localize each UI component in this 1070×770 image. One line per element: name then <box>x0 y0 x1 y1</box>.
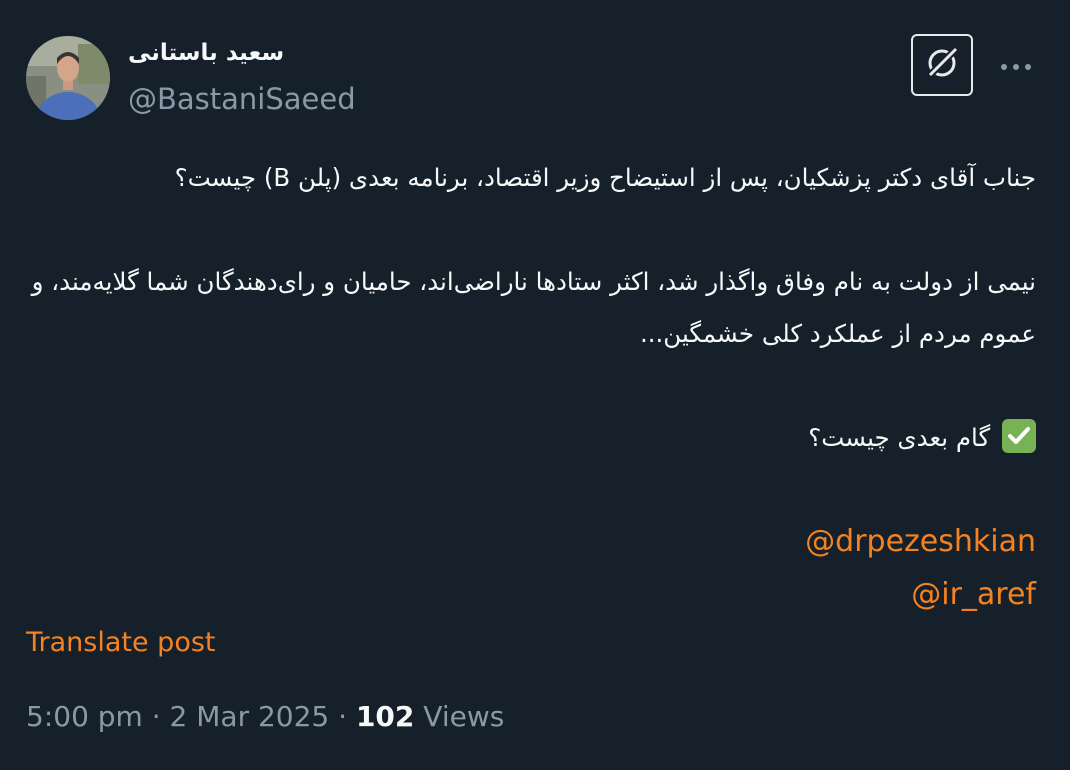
author-handle[interactable]: @BastaniSaeed <box>128 82 356 116</box>
avatar[interactable] <box>26 36 110 120</box>
translate-post-link[interactable]: Translate post <box>26 627 216 658</box>
next-step-text: گام بعدی چیست؟ <box>808 423 991 452</box>
post-metadata: 5:00 pm · 2 Mar 2025 · 102 Views <box>26 700 504 733</box>
tweet-text: جناب آقای دکتر پزشکیان، پس از استیضاح وز… <box>26 152 1036 622</box>
post-date[interactable]: 2 Mar 2025 <box>170 700 330 733</box>
mention-ir-aref[interactable]: @ir_aref <box>911 569 1036 621</box>
tweet-line-next-step: گام بعدی چیست؟ <box>26 412 1036 464</box>
tweet-line-question: جناب آقای دکتر پزشکیان، پس از استیضاح وز… <box>174 163 1036 192</box>
post-time[interactable]: 5:00 pm <box>26 700 143 733</box>
views-count[interactable]: 102 <box>356 700 414 733</box>
views-label: Views <box>414 700 505 733</box>
tweet-line-paragraph: نیمی از دولت به نام وفاق واگذار شد، اکثر… <box>31 267 1036 348</box>
more-icon <box>1000 56 1032 75</box>
separator-dot: · <box>329 700 356 733</box>
mention-drpezeshkian[interactable]: @drpezeshkian <box>805 516 1036 568</box>
check-mark-button-icon <box>1002 419 1036 453</box>
author-display-name[interactable]: سعید باستانی <box>128 40 284 66</box>
grok-button[interactable] <box>911 34 973 96</box>
more-button[interactable] <box>996 48 1036 82</box>
grok-icon <box>923 44 961 86</box>
separator-dot: · <box>142 700 170 733</box>
